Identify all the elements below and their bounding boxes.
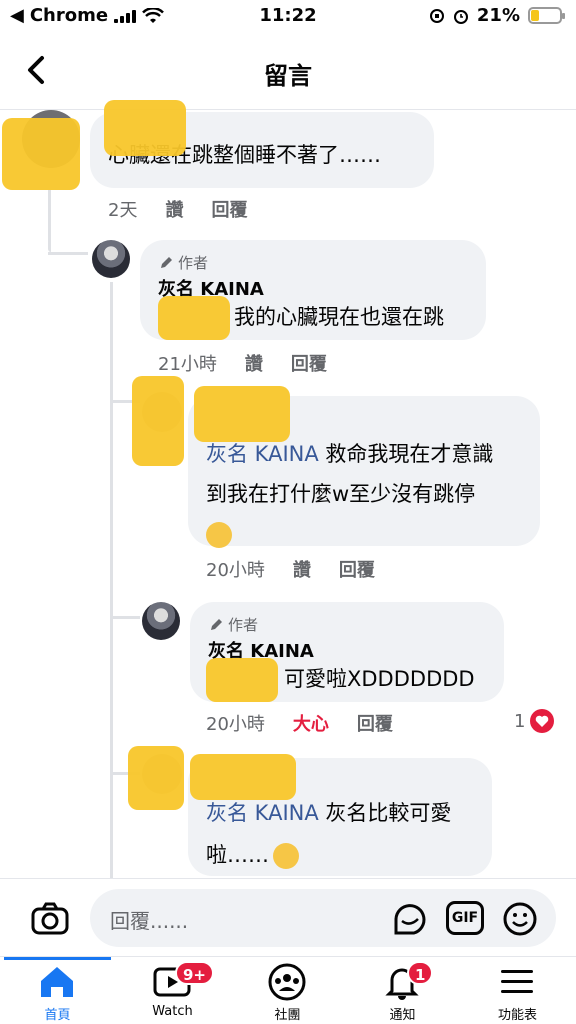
author-badge: 作者	[208, 614, 486, 635]
reply-input[interactable]: 回覆...... GIF	[90, 889, 556, 947]
like-button[interactable]: 讚	[293, 556, 311, 582]
author-badge: 作者	[158, 252, 468, 273]
thread-line	[48, 190, 51, 252]
reply-button[interactable]: 回覆	[339, 556, 375, 582]
bottom-tab-bar: 首頁 9+ Watch 社團 1 通知 功能表	[0, 956, 576, 1024]
tab-menu[interactable]: 功能表	[460, 957, 575, 1024]
author-avatar[interactable]	[142, 602, 180, 640]
comment-meta: 21小時 讚 回覆	[158, 350, 327, 376]
crying-emoji-icon	[206, 522, 232, 548]
camera-icon[interactable]	[30, 899, 70, 939]
reply-button[interactable]: 回覆	[291, 350, 327, 376]
notification-badge: 9+	[175, 961, 215, 985]
status-bar: ◀ Chrome 11:22 21%	[0, 0, 576, 34]
redaction-mark	[206, 658, 278, 702]
author-tag-label: 作者	[228, 616, 259, 634]
like-button[interactable]: 讚	[245, 350, 263, 376]
reply-composer: 回覆...... GIF	[0, 878, 576, 958]
redaction-mark	[158, 296, 230, 340]
author-avatar[interactable]	[92, 240, 130, 278]
menu-icon	[501, 970, 533, 993]
reply-button[interactable]: 回覆	[211, 196, 247, 222]
redaction-mark	[128, 746, 184, 810]
reply-placeholder: 回覆......	[110, 909, 189, 933]
thread-line	[110, 616, 140, 619]
sticker-icon[interactable]	[392, 901, 428, 937]
pen-icon	[161, 256, 172, 268]
active-tab-indicator	[4, 957, 111, 960]
comment-time: 21小時	[158, 354, 217, 375]
battery-percent: 21%	[476, 5, 520, 26]
author-tag-label: 作者	[178, 254, 209, 272]
pleading-emoji-icon	[273, 843, 299, 869]
comment-meta: 20小時 讚 回覆	[206, 556, 375, 582]
comment-text: 灰名 KAINA 救命我現在才意識 到我在打什麼w至少沒有跳停	[206, 434, 522, 554]
comment-text: 灰名 KAINA 灰名比較可愛 啦……	[206, 801, 452, 869]
comment-meta: 2天 讚 回覆	[108, 196, 247, 222]
heart-reaction-icon	[530, 709, 555, 733]
pen-icon	[211, 618, 222, 630]
tab-watch[interactable]: 9+ Watch	[115, 957, 230, 1024]
mention-link[interactable]: 灰名 KAINA	[206, 442, 319, 466]
alarm-icon	[453, 9, 468, 24]
gif-button[interactable]: GIF	[446, 901, 484, 935]
redaction-mark	[194, 386, 290, 442]
redaction-mark	[132, 376, 184, 466]
love-reaction-button[interactable]: 大心	[293, 710, 329, 736]
comment-time: 2天	[108, 200, 138, 221]
home-icon	[41, 967, 73, 997]
thread-line	[110, 282, 113, 878]
tab-home[interactable]: 首頁	[0, 957, 115, 1024]
orientation-lock-icon	[429, 8, 444, 23]
page-header: 留言	[0, 34, 576, 110]
tab-notifications[interactable]: 1 通知	[345, 957, 460, 1024]
redaction-mark	[2, 118, 80, 190]
page-title: 留言	[264, 62, 312, 90]
groups-icon	[268, 963, 306, 1001]
redaction-mark	[104, 100, 186, 156]
like-button[interactable]: 讚	[165, 196, 183, 222]
comment-time: 20小時	[206, 560, 265, 581]
comment-meta: 20小時 大心 回覆	[206, 710, 393, 736]
thread-line	[48, 252, 88, 255]
battery-icon	[528, 7, 565, 24]
reply-button[interactable]: 回覆	[357, 710, 393, 736]
notification-badge: 1	[407, 961, 434, 985]
comment-time: 20小時	[206, 714, 265, 735]
emoji-icon[interactable]	[502, 901, 538, 937]
mention-link[interactable]: 灰名 KAINA	[206, 801, 319, 825]
tab-groups[interactable]: 社團	[230, 957, 345, 1024]
redaction-mark	[190, 754, 296, 800]
reaction-count[interactable]: 1	[514, 708, 555, 734]
